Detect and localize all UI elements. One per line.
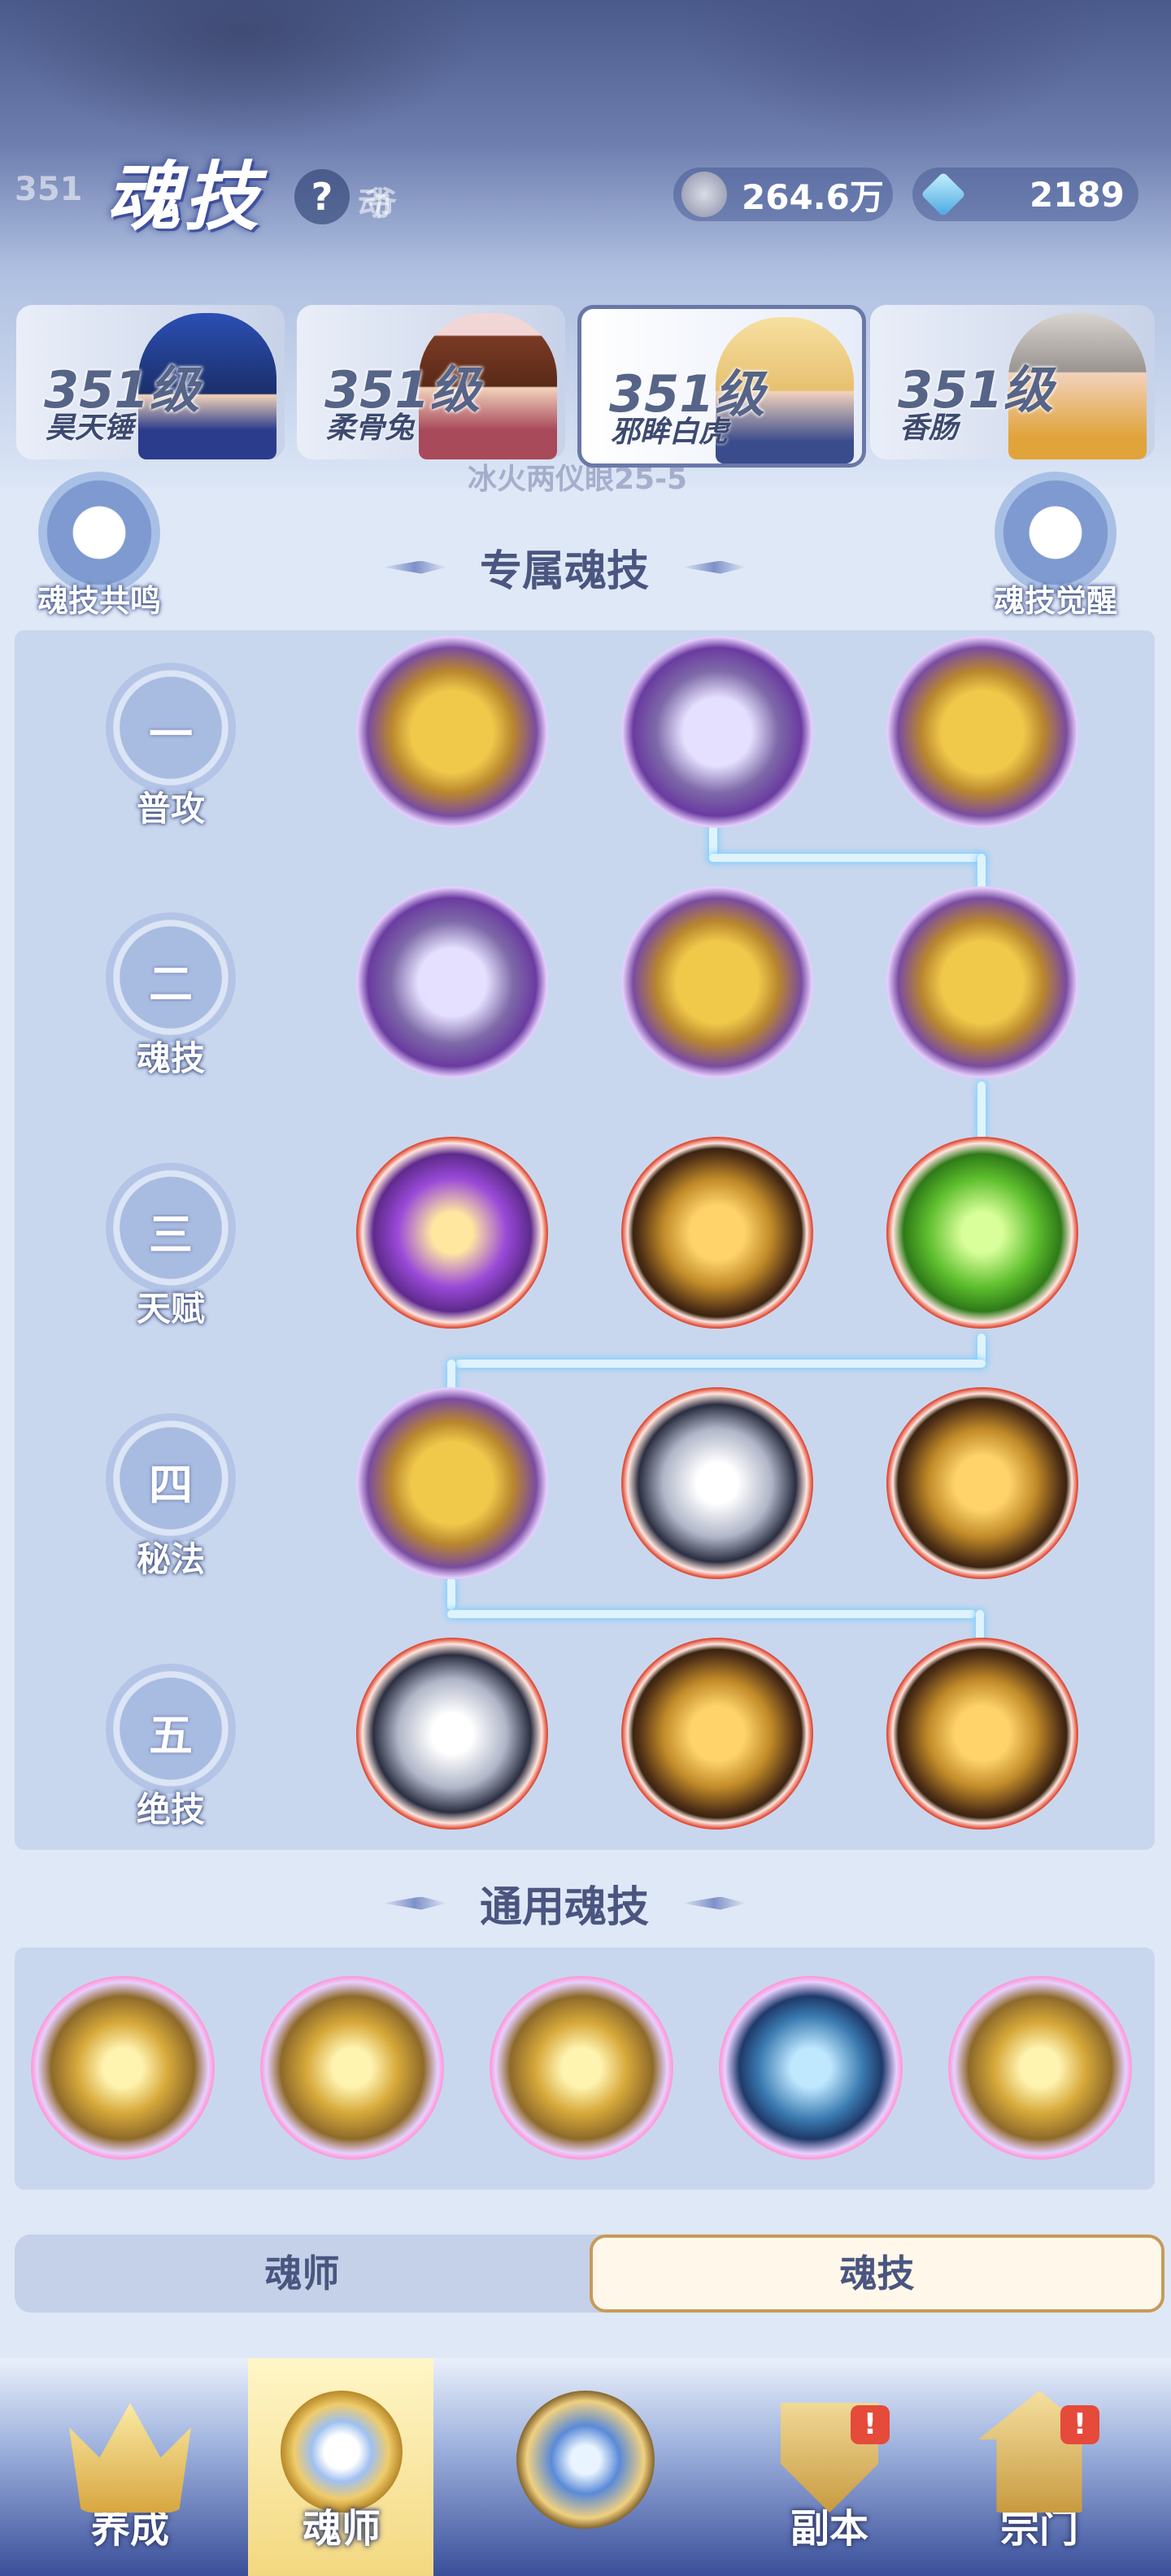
soul-master-icon <box>281 2391 403 2513</box>
coin-value: 264.6万 <box>742 176 884 217</box>
row-badge-5: 五 绝技 <box>94 1656 248 1830</box>
nav-item-center[interactable] <box>504 2374 667 2576</box>
resonance-button[interactable]: 魂技共鸣 <box>26 472 172 626</box>
skill-tiger-punch[interactable] <box>356 1638 548 1830</box>
skill-claw-fire[interactable] <box>886 636 1078 828</box>
character-selector: 351级 昊天锤 351级 柔骨兔 351级 邪眸白虎 351级 香肠 <box>16 305 1155 468</box>
row-number: 五 <box>149 1710 193 1761</box>
row-label: 天赋 <box>136 1289 205 1329</box>
skill-tiger-spirit[interactable] <box>356 1137 548 1329</box>
skill-white-tiger-roar[interactable] <box>621 1387 813 1579</box>
skill-golden-tiger[interactable] <box>356 1387 548 1579</box>
skill-tiger-leap[interactable] <box>356 886 548 1078</box>
skill-path <box>455 1360 986 1368</box>
exclusive-section-title: 专属魂技 <box>480 547 650 596</box>
row-number: 四 <box>149 1460 193 1511</box>
bg-level-text: 351 <box>15 171 83 208</box>
bg-text-right: 爷 <box>364 185 397 223</box>
skill-claw-gold[interactable] <box>356 636 548 828</box>
row-label: 普攻 <box>136 789 205 829</box>
nav-item-dungeon[interactable]: ! 副本 <box>748 2374 911 2576</box>
skill-dash-strike[interactable] <box>621 1638 813 1830</box>
coin-icon <box>681 172 727 217</box>
decorative-arrow-icon <box>681 560 747 574</box>
general-section-title: 通用魂技 <box>480 1883 650 1932</box>
diamond-resource[interactable]: 2189 <box>912 168 1138 221</box>
row-label: 秘法 <box>136 1539 205 1579</box>
coin-resource[interactable]: 264.6万 <box>673 168 893 221</box>
skill-claw-silver[interactable] <box>621 636 813 828</box>
skill-golden-shield[interactable] <box>886 1638 1078 1830</box>
character-card-selected[interactable]: 351级 邪眸白虎 <box>577 305 866 468</box>
tab-soul-skill[interactable]: 魂技 <box>590 2234 1164 2313</box>
crown-icon <box>69 2403 191 2513</box>
general-skill-bell[interactable] <box>490 1976 673 2160</box>
row-badge-3: 三 天赋 <box>94 1155 248 1329</box>
nav-label: 魂师 <box>302 2506 381 2552</box>
tab-soul-master[interactable]: 魂师 <box>15 2234 590 2313</box>
character-card[interactable]: 351级 柔骨兔 <box>297 305 565 459</box>
center-star-icon <box>516 2391 655 2529</box>
nav-item-soul-master[interactable]: 魂师 <box>260 2374 423 2576</box>
general-skill-green-spirit[interactable] <box>260 1976 444 2160</box>
general-section-header: 通用魂技 <box>382 1873 747 1934</box>
decorative-arrow-icon <box>382 560 447 574</box>
nav-item-cultivate[interactable]: 养成 <box>49 2374 211 2576</box>
character-name: 邪眸白虎 <box>611 416 729 449</box>
row-number: 三 <box>149 1209 193 1260</box>
row-label: 绝技 <box>136 1790 205 1830</box>
decorative-arrow-icon <box>382 1896 447 1910</box>
alert-badge-icon: ! <box>851 2405 890 2444</box>
row-badge-4: 四 秘法 <box>94 1405 248 1579</box>
skill-path <box>447 1577 455 1610</box>
skill-claw-slash[interactable] <box>621 886 813 1078</box>
decorative-arrow-icon <box>681 1896 747 1910</box>
character-card[interactable]: 351级 香肠 <box>870 305 1155 459</box>
question-mark-icon: ? <box>311 175 333 219</box>
row-badge-2: 二 魂技 <box>94 904 248 1078</box>
general-skill-buddha[interactable] <box>948 1976 1132 2160</box>
diamond-icon <box>921 172 966 217</box>
skill-burst[interactable] <box>621 1137 813 1329</box>
alert-badge-icon: ! <box>1060 2405 1099 2444</box>
exclusive-section-header: 专属魂技 <box>382 537 747 598</box>
skill-path <box>709 854 986 862</box>
character-card[interactable]: 351级 昊天锤 <box>16 305 285 459</box>
row-number: 一 <box>149 709 193 760</box>
row-number: 二 <box>149 959 193 1010</box>
diamond-value: 2189 <box>1030 174 1125 215</box>
row-badge-1: 一 普攻 <box>94 655 248 829</box>
awaken-label: 魂技觉醒 <box>993 583 1117 619</box>
skill-dark-warrior[interactable] <box>886 1387 1078 1579</box>
skill-green-giant[interactable] <box>886 1137 1078 1329</box>
awaken-button[interactable]: 魂技觉醒 <box>982 472 1129 626</box>
page-title: 魂技 <box>106 154 263 241</box>
character-name: 香肠 <box>899 411 959 445</box>
general-skill-shield[interactable] <box>31 1976 215 2160</box>
general-skill-runner[interactable] <box>719 1976 903 2160</box>
resonance-label: 魂技共鸣 <box>37 583 161 619</box>
character-name: 昊天锤 <box>46 411 134 445</box>
nav-item-sect[interactable]: ! 宗门 <box>958 2374 1121 2576</box>
skill-path <box>447 1610 976 1618</box>
help-button[interactable]: ? <box>294 169 350 224</box>
character-name: 柔骨兔 <box>326 411 415 445</box>
skill-shield-heal[interactable] <box>886 886 1078 1078</box>
view-tabs: 魂师 魂技 <box>15 2234 1164 2313</box>
row-label: 魂技 <box>136 1038 205 1078</box>
